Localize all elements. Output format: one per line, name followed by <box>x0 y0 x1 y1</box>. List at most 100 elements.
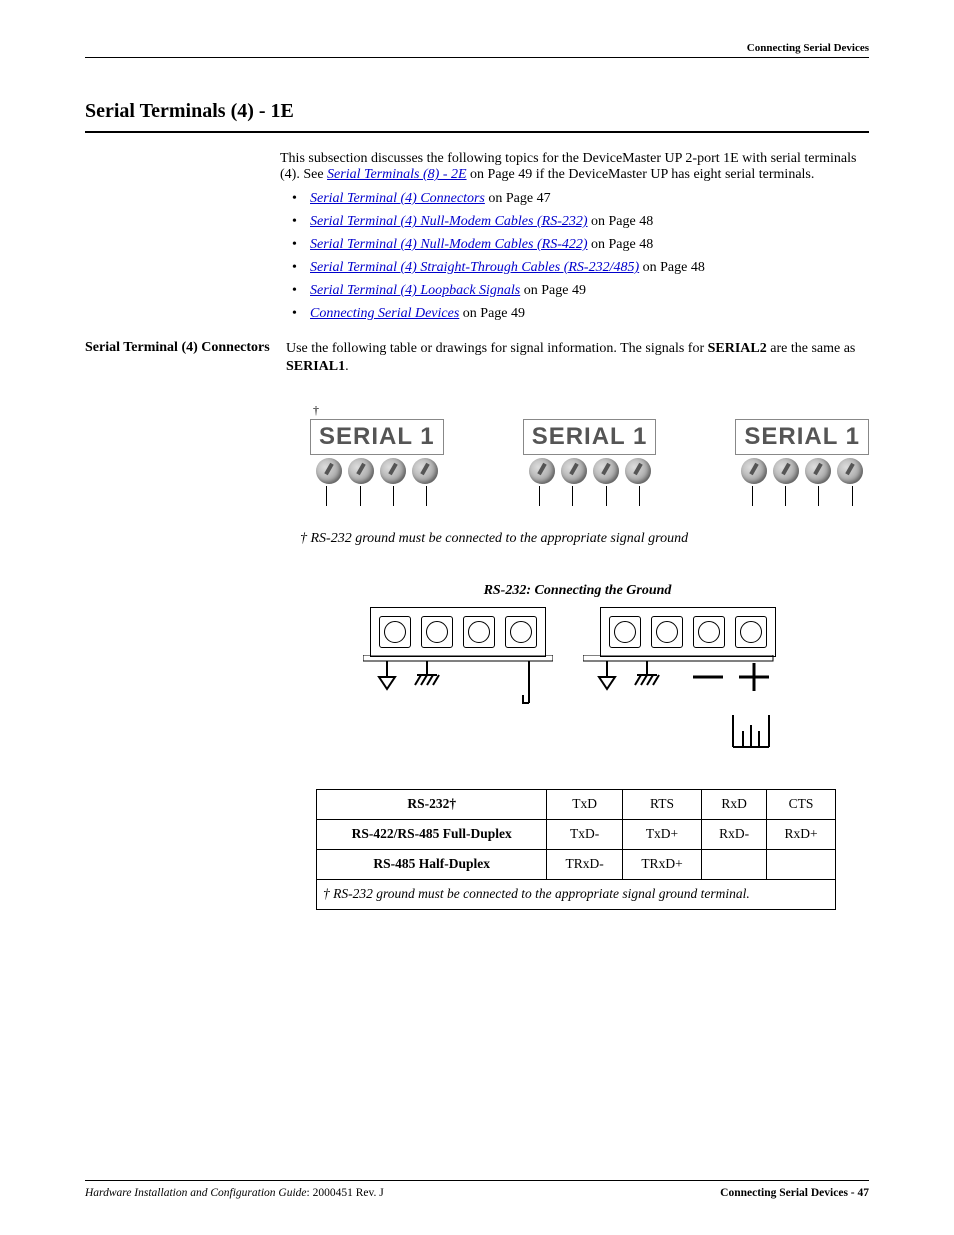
screw-icon <box>773 458 799 484</box>
screw-row <box>529 458 651 484</box>
page-footer: Hardware Installation and Configuration … <box>85 1180 869 1199</box>
list-item: Connecting Serial Devices on Page 49 <box>292 306 869 322</box>
screw-icon <box>805 458 831 484</box>
pin-row <box>523 486 657 506</box>
screw-icon <box>837 458 863 484</box>
pin-row <box>310 486 444 506</box>
cell: RS-485 Half-Duplex <box>317 849 547 879</box>
intro-text-tail: on Page 49 if the DeviceMaster UP has ei… <box>470 167 814 182</box>
pin-line-icon <box>360 486 361 506</box>
screw-row <box>741 458 863 484</box>
table-row: RS-485 Half-Duplex TRxD- TRxD+ <box>317 849 836 879</box>
bullet-tail: on Page 48 <box>639 260 705 275</box>
pin-row <box>735 486 869 506</box>
bullet-tail: on Page 49 <box>520 283 586 298</box>
serial-label: SERIAL 1 <box>310 419 444 455</box>
pin-line-icon <box>539 486 540 506</box>
bullet-tail: on Page 48 <box>588 214 654 229</box>
screw-icon <box>529 458 555 484</box>
terminal-outline <box>600 607 776 657</box>
screw-icon <box>593 458 619 484</box>
subsection-heading: Serial Terminal (4) Connectors <box>85 340 286 910</box>
terminal-icon <box>735 616 767 648</box>
bullet-link[interactable]: Serial Terminal (4) Straight-Through Cab… <box>310 260 639 275</box>
bullet-link[interactable]: Serial Terminal (4) Loopback Signals <box>310 283 520 298</box>
bullet-tail: on Page 47 <box>485 191 551 206</box>
pin-line-icon <box>852 486 853 506</box>
screw-icon <box>625 458 651 484</box>
body-bold: SERIAL1 <box>286 359 345 374</box>
terminal-icon <box>609 616 641 648</box>
list-item: Serial Terminal (4) Null-Modem Cables (R… <box>292 214 869 230</box>
connector-row: † SERIAL 1 SERIAL 1 <box>310 403 869 506</box>
footer-left: Hardware Installation and Configuration … <box>85 1187 384 1199</box>
cell: TxD+ <box>622 819 701 849</box>
terminal-icon <box>463 616 495 648</box>
screw-icon <box>561 458 587 484</box>
pin-line-icon <box>326 486 327 506</box>
terminal-block: SERIAL 1 <box>523 403 657 506</box>
bullet-link[interactable]: Serial Terminal (4) Null-Modem Cables (R… <box>310 237 588 252</box>
bullet-link[interactable]: Connecting Serial Devices <box>310 306 459 321</box>
pin-line-icon <box>426 486 427 506</box>
body-text: Use the following table or drawings for … <box>286 341 708 356</box>
cell: TRxD- <box>547 849 622 879</box>
pin-line-icon <box>393 486 394 506</box>
screw-icon <box>412 458 438 484</box>
list-item: Serial Terminal (4) Connectors on Page 4… <box>292 191 869 207</box>
cell: RxD+ <box>767 819 836 849</box>
terminal-block: † SERIAL 1 <box>310 403 444 506</box>
cell: CTS <box>767 790 836 820</box>
terminal-icon <box>651 616 683 648</box>
cell: TRxD+ <box>622 849 701 879</box>
bullet-link[interactable]: Serial Terminal (4) Connectors <box>310 191 485 206</box>
intro-block: This subsection discusses the following … <box>280 151 869 322</box>
table-row: RS-422/RS-485 Full-Duplex TxD- TxD+ RxD-… <box>317 819 836 849</box>
body-text: . <box>345 359 349 374</box>
pin-line-icon <box>785 486 786 506</box>
pin-line-icon <box>606 486 607 506</box>
cell: RxD <box>702 790 767 820</box>
bullet-list: Serial Terminal (4) Connectors on Page 4… <box>280 191 869 322</box>
section-title: Serial Terminals (4) - 1E <box>85 100 869 123</box>
dagger-icon: † <box>307 403 447 419</box>
subsection-body: Use the following table or drawings for … <box>286 340 869 910</box>
cell: TxD- <box>547 819 622 849</box>
cell: RTS <box>622 790 701 820</box>
cell <box>767 849 836 879</box>
pin-line-icon <box>818 486 819 506</box>
screw-icon <box>348 458 374 484</box>
bullet-tail: on Page 48 <box>588 237 654 252</box>
section-rule <box>85 131 869 133</box>
body-text: are the same as <box>767 341 856 356</box>
bullet-tail: on Page 49 <box>459 306 525 321</box>
cell <box>702 849 767 879</box>
ground-wiring-icon <box>363 655 553 715</box>
terminal-block: SERIAL 1 <box>735 403 869 506</box>
table-footnote-row: † RS-232 ground must be connected to the… <box>317 879 836 909</box>
bullet-link[interactable]: Serial Terminal (4) Null-Modem Cables (R… <box>310 214 588 229</box>
screw-icon <box>380 458 406 484</box>
cell: RxD- <box>702 819 767 849</box>
figure-title: RS-232: Connecting the Ground <box>286 582 869 600</box>
footer-right: Connecting Serial Devices - 47 <box>720 1187 869 1199</box>
terminal-icon <box>421 616 453 648</box>
ground-figure <box>296 607 859 755</box>
serial-label: SERIAL 1 <box>735 419 869 455</box>
intro-link[interactable]: Serial Terminals (8) - 2E <box>327 167 466 182</box>
screw-icon <box>316 458 342 484</box>
footnote: † RS-232 ground must be connected to the… <box>300 530 869 548</box>
ground-wiring-icon <box>583 655 793 755</box>
list-item: Serial Terminal (4) Straight-Through Cab… <box>292 260 869 276</box>
pin-line-icon <box>639 486 640 506</box>
signal-table: RS-232† TxD RTS RxD CTS RS-422/RS-485 Fu… <box>316 789 836 910</box>
terminal-icon <box>693 616 725 648</box>
body-bold: SERIAL2 <box>708 341 767 356</box>
cell: RS-422/RS-485 Full-Duplex <box>317 819 547 849</box>
ground-diagram <box>583 607 793 755</box>
pin-line-icon <box>572 486 573 506</box>
screw-row <box>316 458 438 484</box>
terminal-icon <box>379 616 411 648</box>
terminal-outline <box>370 607 546 657</box>
screw-icon <box>741 458 767 484</box>
